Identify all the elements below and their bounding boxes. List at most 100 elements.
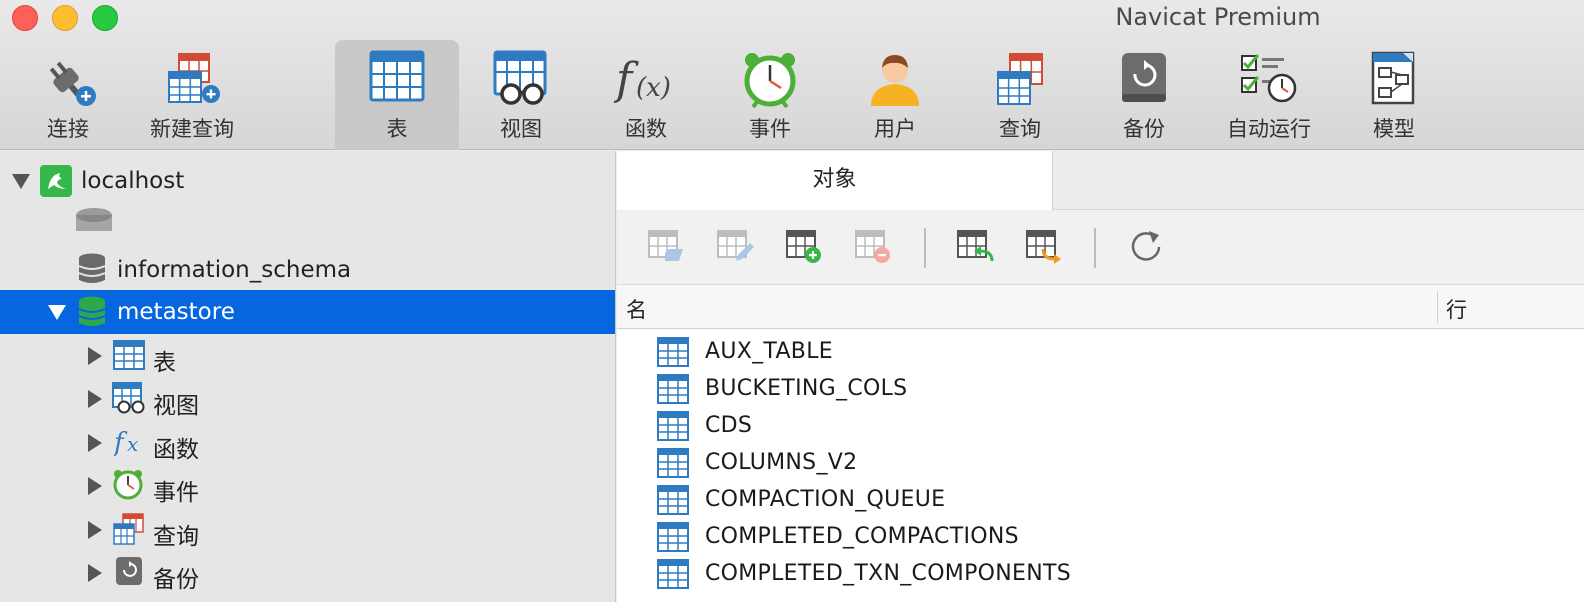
toolbar-automation-button[interactable]: 自动运行 [1207,40,1331,150]
disclosure-triangle-icon[interactable] [88,477,102,495]
app-window: Navicat Premium 连接 新建查询 表 视图 f (x) 函数 事件… [0,0,1584,602]
table-icon [657,374,689,404]
table-icon [113,340,145,370]
close-window-button[interactable] [12,5,38,31]
table-icon [657,522,689,552]
view-icon [493,50,547,105]
svg-text:x: x [127,432,138,456]
automation-icon [1241,54,1297,103]
tree-item-label: 查询 [153,524,199,550]
tab-objects[interactable]: 对象 [617,151,1053,210]
toolbar-label: 新建查询 [150,117,234,141]
design-table-icon[interactable] [716,227,754,265]
function-icon: f x [114,428,138,457]
new-table-icon[interactable] [785,227,823,265]
table-row[interactable]: BUCKETING_COLS [617,370,1584,407]
toolbar-new-query-button[interactable]: 新建查询 [130,40,254,150]
disclosure-triangle-icon[interactable] [88,347,102,365]
disclosure-triangle-icon[interactable] [48,305,66,320]
model-icon [1371,51,1415,105]
disclosure-triangle-icon[interactable] [88,434,102,452]
table-icon [657,411,689,441]
navigation-sidebar: localhost information_schema metastore 表… [0,151,616,602]
table-icon [657,448,689,478]
database-open-icon [78,296,106,326]
column-rows-header[interactable]: 行 [1446,294,1467,324]
event-clock-icon [744,53,796,108]
table-row[interactable]: COLUMNS_V2 [617,444,1584,481]
tree-item-backups[interactable]: 备份 [0,551,615,595]
table-name: COMPLETED_COMPACTIONS [705,524,1019,549]
tree-item-label: 表 [153,350,176,376]
tree-item-tables[interactable]: 表 [0,334,615,378]
tree-item-events[interactable]: 事件 [0,464,615,508]
import-icon[interactable] [956,227,994,265]
table-row[interactable]: COMPACTION_QUEUE [617,481,1584,518]
toolbar-model-button[interactable]: 模型 [1332,40,1456,150]
objects-panel: 对象 名 行 AUX_TABLE BUCKETING_COLS CDS COLU… [617,151,1584,602]
toolbar-user-button[interactable]: 用户 [833,40,957,150]
connection-label: localhost [81,168,185,194]
connection-plug-icon [49,61,96,106]
open-table-icon[interactable] [647,227,685,265]
disclosure-triangle-icon[interactable] [88,564,102,582]
database-icon [78,253,106,283]
toolbar-label: 事件 [749,117,791,141]
database-icon [76,208,112,231]
toolbar-connection-button[interactable]: 连接 [6,40,130,150]
table-icon [657,337,689,367]
toolbar-label: 模型 [1373,117,1415,141]
table-name: COLUMNS_V2 [705,450,858,475]
toolbar-label: 连接 [47,117,89,141]
tree-item-functions[interactable]: f x 函数 [0,421,615,465]
redacted-database-row[interactable] [0,203,615,247]
toolbar-event-button[interactable]: 事件 [708,40,832,150]
toolbar-separator [924,228,926,268]
disclosure-triangle-icon[interactable] [88,521,102,539]
toolbar-separator [1094,228,1096,268]
column-name-header[interactable]: 名 [626,294,647,324]
table-row[interactable]: COMPLETED_COMPACTIONS [617,518,1584,555]
backup-icon [116,557,142,585]
table-row[interactable]: CDS [617,407,1584,444]
table-name: CDS [705,413,753,438]
new-query-icon [168,53,220,103]
zoom-window-button[interactable] [92,5,118,31]
refresh-icon[interactable] [1127,227,1165,265]
query-icon [113,513,144,545]
table-name: COMPACTION_QUEUE [705,487,946,512]
disclosure-triangle-icon[interactable] [12,174,30,189]
toolbar-label: 查询 [999,117,1041,141]
svg-text:f: f [114,428,128,457]
toolbar-query-button[interactable]: 查询 [958,40,1082,150]
toolbar-label: 视图 [500,117,542,141]
toolbar-label: 自动运行 [1227,117,1311,141]
table-row[interactable]: COMPLETED_TXN_COMPONENTS [617,555,1584,592]
object-toolbar [617,210,1584,285]
user-icon [871,55,919,106]
toolbar-function-button[interactable]: f (x) 函数 [584,40,708,150]
tree-item-label: 事件 [153,480,199,506]
tree-item-queries[interactable]: 查询 [0,508,615,552]
database-information-schema[interactable]: information_schema [0,247,615,291]
toolbar-label: 表 [386,117,408,141]
toolbar-label: 用户 [874,117,916,141]
table-row[interactable]: AUX_TABLE [617,333,1584,370]
database-metastore[interactable]: metastore [0,290,615,334]
column-divider[interactable] [1437,291,1438,323]
toolbar-table-button[interactable]: 表 [335,40,459,150]
table-name: AUX_TABLE [705,339,833,364]
delete-table-icon[interactable] [854,227,892,265]
connection-localhost[interactable]: localhost [0,159,615,203]
minimize-window-button[interactable] [52,5,78,31]
disclosure-triangle-icon[interactable] [88,390,102,408]
export-icon[interactable] [1025,227,1063,265]
table-name: COMPLETED_TXN_COMPONENTS [705,561,1071,586]
toolbar-view-button[interactable]: 视图 [459,40,583,150]
backup-icon [1122,53,1166,102]
tree-item-views[interactable]: 视图 [0,377,615,421]
toolbar-backup-button[interactable]: 备份 [1082,40,1206,150]
toolbar-label: 备份 [1123,117,1165,141]
mysql-dolphin-icon [40,165,72,197]
database-label: metastore [117,299,235,325]
